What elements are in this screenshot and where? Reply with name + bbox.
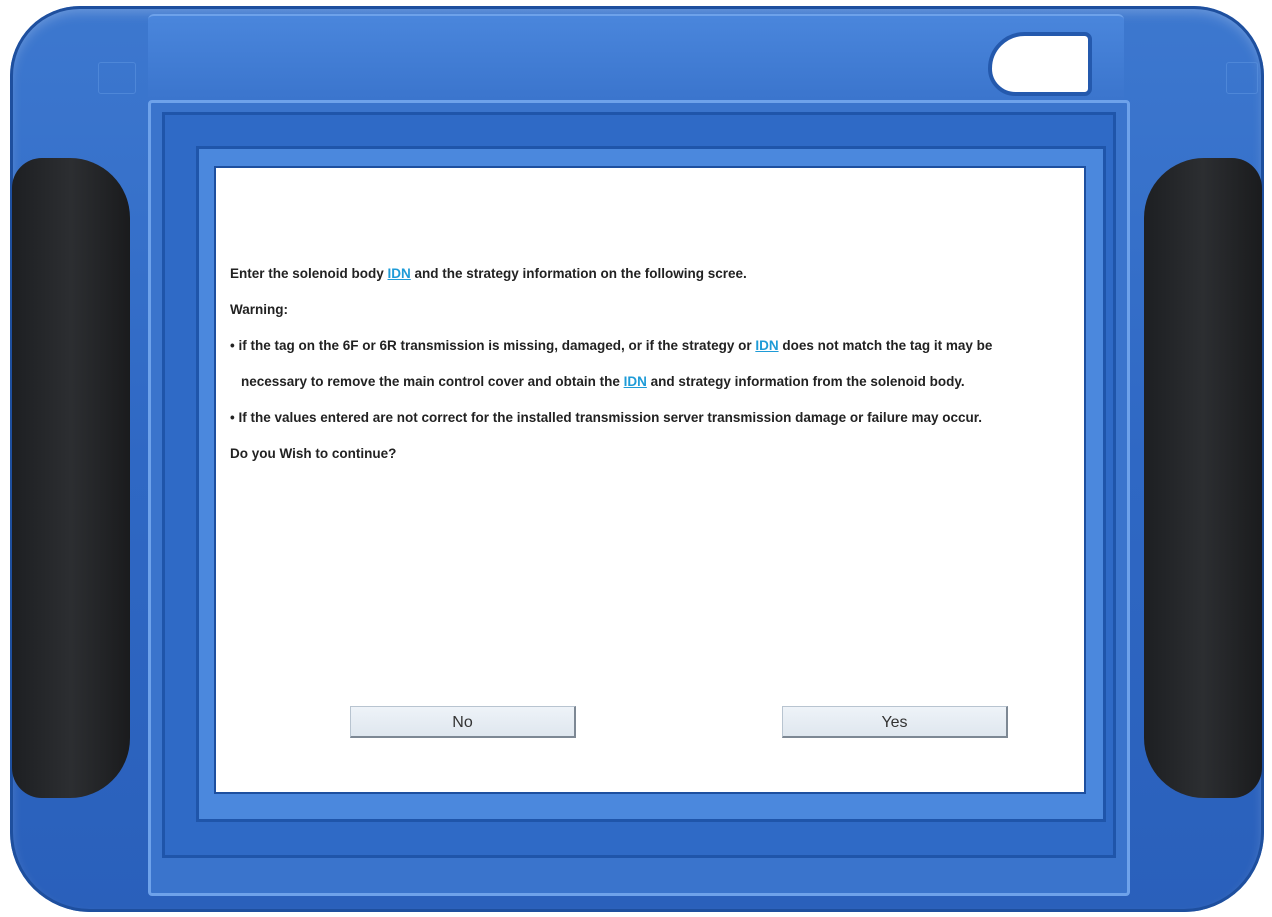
idn-link[interactable]: IDN bbox=[755, 338, 778, 353]
bullet-1-cont-text-start: necessary to remove the main control cov… bbox=[241, 374, 624, 389]
warning-bullet-1-continued: necessary to remove the main control cov… bbox=[230, 372, 1080, 392]
instruction-text-end: and the strategy information on the foll… bbox=[410, 266, 747, 281]
continue-question: Do you Wish to continue? bbox=[230, 446, 397, 461]
left-grip bbox=[12, 158, 130, 798]
bullet-1-cont-text-end: and strategy information from the soleno… bbox=[646, 374, 965, 389]
left-ridge-decoration bbox=[98, 62, 136, 94]
dialog-message: Enter the solenoid body IDN and the stra… bbox=[230, 264, 1080, 480]
warning-bullet-1: • if the tag on the 6F or 6R transmissio… bbox=[230, 336, 1080, 356]
top-band bbox=[148, 14, 1124, 104]
no-button[interactable]: No bbox=[350, 706, 576, 738]
bullet-1-text-start: • if the tag on the 6F or 6R transmissio… bbox=[230, 338, 756, 353]
idn-link[interactable]: IDN bbox=[624, 374, 647, 389]
warning-heading: Warning: bbox=[230, 302, 288, 317]
right-ridge-decoration bbox=[1226, 62, 1258, 94]
instruction-line: Enter the solenoid body IDN and the stra… bbox=[230, 264, 1080, 284]
screen: Enter the solenoid body IDN and the stra… bbox=[214, 166, 1086, 794]
stylus-slot bbox=[988, 32, 1092, 96]
idn-link[interactable]: IDN bbox=[388, 266, 411, 281]
bullet-1-text-end: does not match the tag it may be bbox=[778, 338, 993, 353]
yes-button[interactable]: Yes bbox=[782, 706, 1008, 738]
diagnostic-tablet: Enter the solenoid body IDN and the stra… bbox=[0, 0, 1272, 917]
warning-bullet-2: • If the values entered are not correct … bbox=[230, 410, 982, 425]
right-grip bbox=[1144, 158, 1262, 798]
instruction-text-start: Enter the solenoid body bbox=[230, 266, 388, 281]
